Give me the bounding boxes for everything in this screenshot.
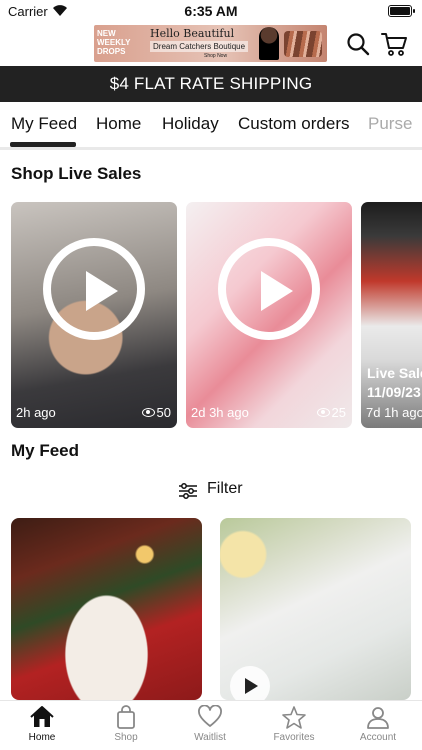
tab-purse[interactable]: Purse [368,114,412,134]
play-icon[interactable] [218,238,320,340]
shipping-banner: $4 FLAT RATE SHIPPING [0,66,422,102]
live-sale-card[interactable]: 2h ago 50 [11,202,177,428]
live-sale-label: Live Sale [367,365,422,381]
search-icon[interactable] [346,32,370,56]
header: NEW WEEKLY DROPS Hello Beautiful Dream C… [0,22,422,66]
live-sale-time-ago: 7d 1h ago [366,405,422,420]
section-title-my-feed: My Feed [11,441,80,460]
nav-favorites-label: Favorites [273,732,315,743]
status-bar: Carrier 6:35 AM [0,0,422,22]
eye-icon [141,408,155,417]
heart-icon [198,705,222,727]
feed-item-card[interactable] [220,518,411,700]
home-icon [30,706,54,727]
battery-icon [388,5,415,17]
nav-shop-label: Shop [114,732,138,743]
nav-waitlist-label: Waitlist [194,732,226,743]
promo-banner[interactable]: NEW WEEKLY DROPS Hello Beautiful Dream C… [94,25,327,62]
nav-waitlist[interactable]: Waitlist [168,705,252,743]
live-sale-card[interactable]: 2d 3h ago 25 [186,202,352,428]
live-sale-date: 11/09/23 [367,384,421,400]
tab-custom-orders[interactable]: Custom orders [238,114,349,134]
feed-item-card[interactable] [11,518,202,700]
live-sale-time-ago: 2d 3h ago [191,405,249,420]
star-icon [282,706,306,729]
shopping-bag-icon [117,705,135,729]
live-sale-card[interactable]: Live Sale 11/09/23 7d 1h ago [361,202,422,428]
eye-icon [316,408,330,417]
nav-home[interactable]: Home [0,705,84,743]
tab-holiday[interactable]: Holiday [162,114,219,134]
views-count: 25 [331,405,346,420]
bottom-navigation: Home Shop Waitlist Favorites Account [0,700,422,750]
tab-my-feed[interactable]: My Feed [11,114,77,134]
banner-left-text: NEW WEEKLY DROPS [97,29,131,56]
nav-favorites[interactable]: Favorites [252,705,336,743]
live-sale-time-ago: 2h ago [16,405,56,420]
banner-model-image [259,27,279,60]
section-title-live-sales: Shop Live Sales [11,164,142,183]
banner-subtitle: Dream Catchers Boutique [150,41,249,52]
banner-title: Hello Beautiful [150,27,235,40]
nav-account[interactable]: Account [336,705,420,743]
live-sale-views: 25 [316,405,346,420]
filter-label: Filter [207,480,243,497]
nav-account-label: Account [359,732,397,743]
play-icon[interactable] [230,666,270,700]
active-tab-indicator [10,142,76,147]
banner-cta: Shop Now [204,53,228,59]
live-sale-views: 50 [141,405,171,420]
tab-home[interactable]: Home [96,114,141,134]
user-icon [367,707,389,729]
nav-shop[interactable]: Shop [84,705,168,743]
clock: 6:35 AM [184,3,238,19]
cart-icon[interactable] [380,30,408,58]
views-count: 50 [156,405,171,420]
play-icon[interactable] [43,238,145,340]
nav-home-label: Home [28,732,56,743]
filter-icon [179,483,197,499]
banner-products-image [284,31,322,57]
